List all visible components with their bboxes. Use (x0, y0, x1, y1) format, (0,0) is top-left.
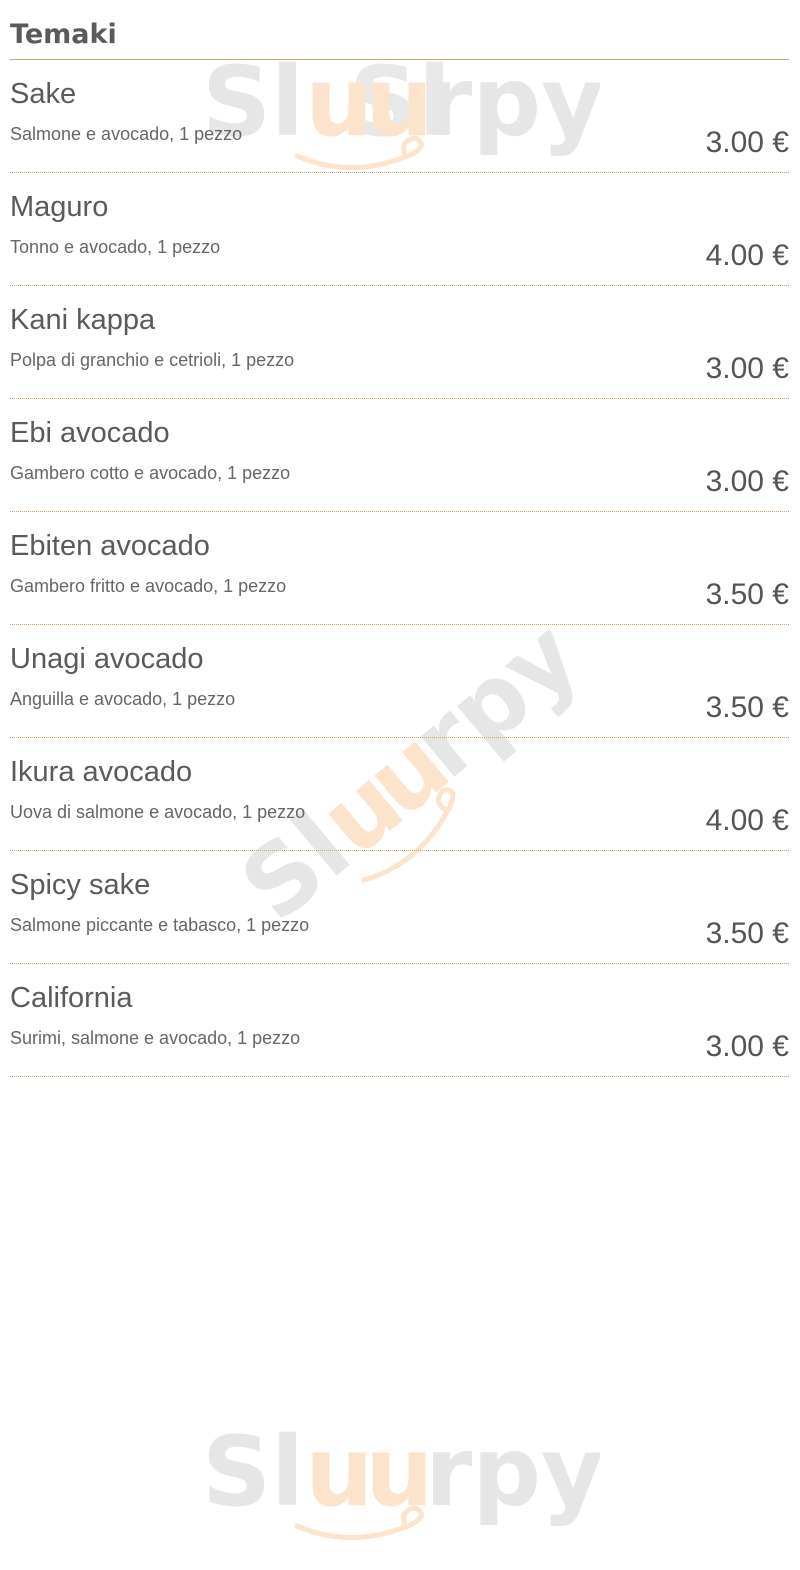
menu-item: Ebi avocado Gambero cotto e avocado, 1 p… (10, 399, 789, 512)
item-price: 3.00 € (705, 1030, 789, 1063)
menu-item: Sake Salmone e avocado, 1 pezzo 3.00 € (10, 60, 789, 173)
item-description: Salmone piccante e tabasco, 1 pezzo (10, 915, 310, 935)
item-name: Ebi avocado (10, 417, 170, 449)
item-name: Ikura avocado (10, 756, 193, 788)
menu-item: Kani kappa Polpa di granchio e cetrioli,… (10, 286, 789, 399)
item-name: California (10, 982, 133, 1014)
item-name: Kani kappa (10, 304, 156, 336)
item-price: 4.00 € (705, 804, 789, 837)
item-description: Gambero fritto e avocado, 1 pezzo (10, 576, 287, 596)
item-name: Unagi avocado (10, 643, 204, 675)
menu-item: Unagi avocado Anguilla e avocado, 1 pezz… (10, 625, 789, 738)
section-title: Temaki (10, 0, 789, 60)
menu-item: Maguro Tonno e avocado, 1 pezzo 4.00 € (10, 173, 789, 286)
item-price: 3.00 € (705, 465, 789, 498)
item-description: Uova di salmone e avocado, 1 pezzo (10, 802, 306, 822)
item-description: Tonno e avocado, 1 pezzo (10, 237, 221, 257)
menu-item: Spicy sake Salmone piccante e tabasco, 1… (10, 851, 789, 964)
item-name: Spicy sake (10, 869, 151, 901)
item-name: Ebiten avocado (10, 530, 210, 562)
menu-item: Ebiten avocado Gambero fritto e avocado,… (10, 512, 789, 625)
menu-item: California Surimi, salmone e avocado, 1 … (10, 964, 789, 1077)
item-description: Salmone e avocado, 1 pezzo (10, 124, 243, 144)
item-price: 3.50 € (705, 691, 789, 724)
item-name: Sake (10, 78, 77, 110)
svg-text:Sl: Sl (202, 1416, 304, 1528)
menu-section: Temaki Sake Salmone e avocado, 1 pezzo 3… (10, 0, 789, 1077)
item-price: 3.00 € (705, 126, 789, 159)
sluurpy-watermark-logo: Sl u u rpy (200, 1400, 600, 1550)
svg-text:u: u (305, 1416, 373, 1528)
item-description: Polpa di granchio e cetrioli, 1 pezzo (10, 350, 295, 370)
item-price: 3.00 € (705, 352, 789, 385)
menu-item: Ikura avocado Uova di salmone e avocado,… (10, 738, 789, 851)
item-price: 3.50 € (705, 578, 789, 611)
item-description: Gambero cotto e avocado, 1 pezzo (10, 463, 291, 483)
item-description: Surimi, salmone e avocado, 1 pezzo (10, 1028, 301, 1048)
item-price: 4.00 € (705, 239, 789, 272)
item-price: 3.50 € (705, 917, 789, 950)
svg-text:rpy: rpy (425, 1416, 600, 1528)
svg-text:u: u (365, 1416, 433, 1528)
item-description: Anguilla e avocado, 1 pezzo (10, 689, 236, 709)
item-name: Maguro (10, 191, 109, 223)
